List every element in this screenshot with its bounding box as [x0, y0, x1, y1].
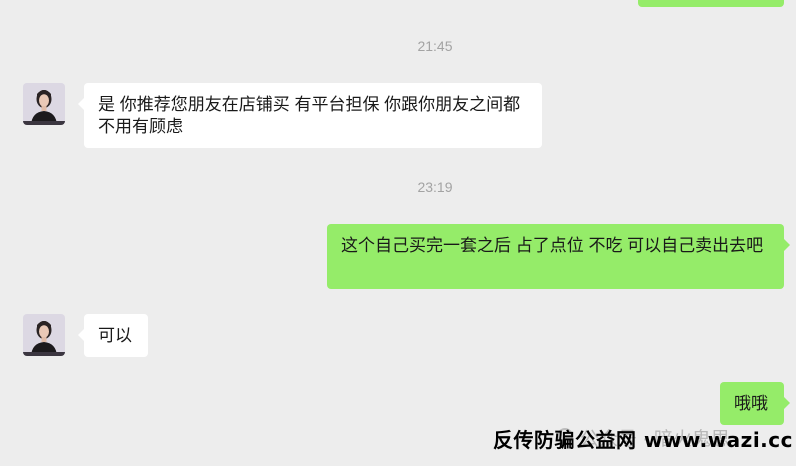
message-text: 是 你推荐您朋友在店铺买 有平台担保 你跟你朋友之间都不用有顾虑	[98, 95, 521, 136]
message-text: 可以	[98, 326, 132, 345]
contact-avatar[interactable]	[23, 83, 65, 125]
incoming-message-bubble[interactable]: 是 你推荐您朋友在店铺买 有平台担保 你跟你朋友之间都不用有顾虑	[78, 83, 542, 148]
message-text: 这个自己买完一套之后 占了点位 不吃 可以自己卖出去吧	[341, 236, 764, 255]
person-avatar-icon	[23, 83, 65, 125]
site-watermark: 反传防骗公益网 www.wazi.cc	[493, 428, 793, 452]
chat-message-area[interactable]: 21:45 是 你推荐您朋友在店铺买 有平台担保 你跟你朋友之间都不用有顾虑 2…	[0, 0, 796, 466]
outgoing-message-bubble-partial[interactable]	[638, 0, 784, 7]
message-timestamp: 21:45	[417, 38, 453, 54]
message-text: 哦哦	[734, 394, 768, 413]
contact-avatar[interactable]	[23, 314, 65, 356]
incoming-message-bubble[interactable]: 可以	[78, 314, 148, 357]
person-avatar-icon	[23, 314, 65, 356]
message-timestamp: 23:19	[417, 179, 453, 195]
outgoing-message-bubble[interactable]: 哦哦	[720, 382, 790, 425]
outgoing-message-bubble[interactable]: 这个自己买完一套之后 占了点位 不吃 可以自己卖出去吧	[327, 224, 790, 289]
